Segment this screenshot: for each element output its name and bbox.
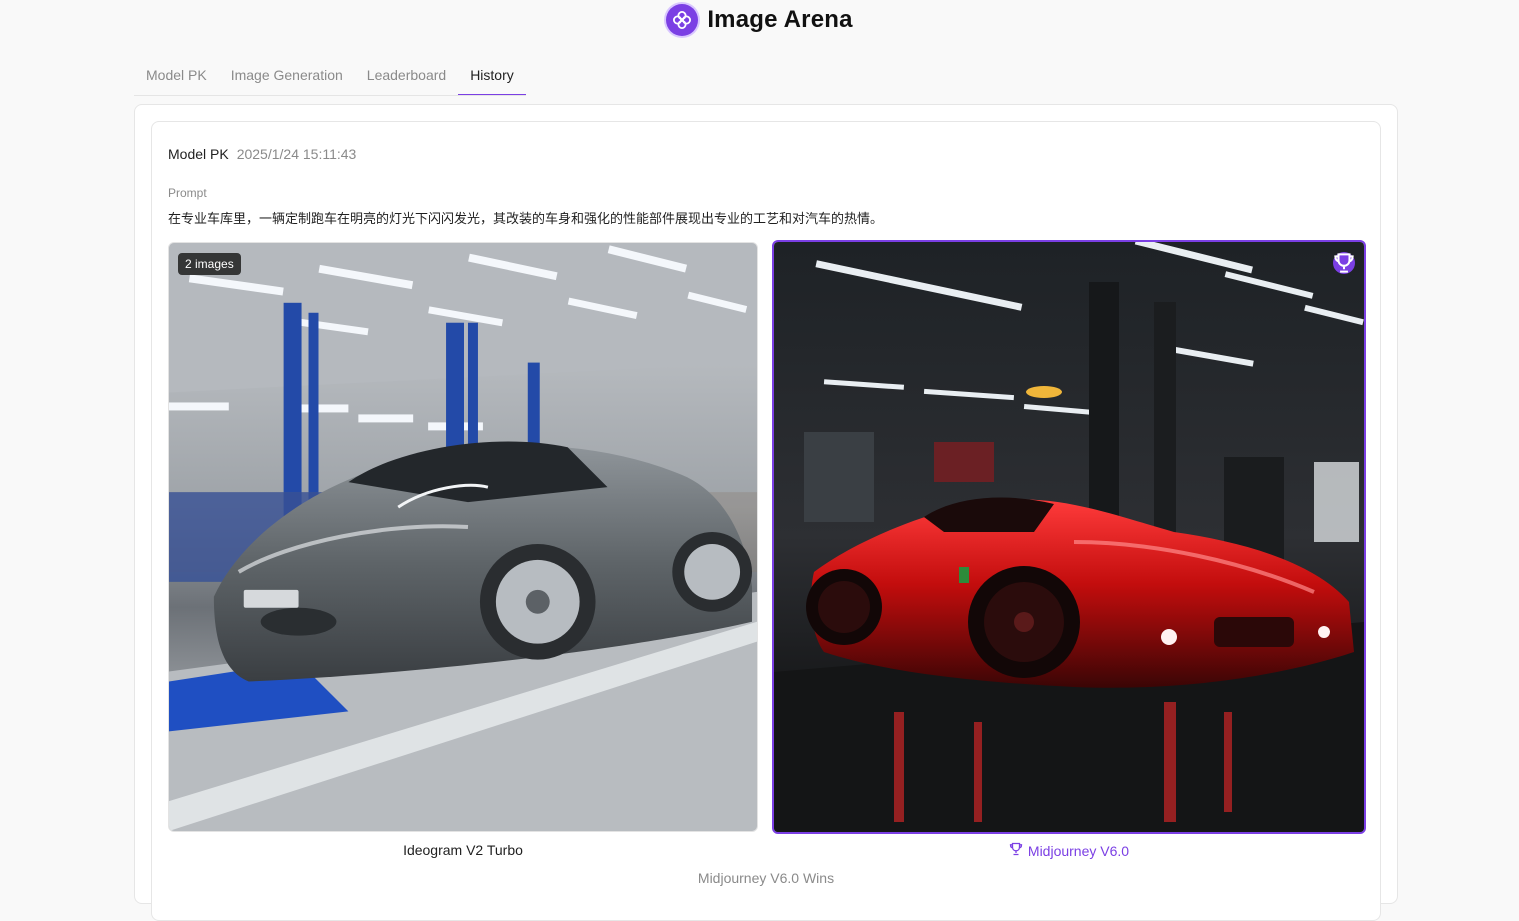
tabs-divider — [134, 95, 526, 96]
app-header: Image Arena — [0, 0, 1519, 40]
right-generated-image[interactable] — [772, 240, 1366, 834]
right-model-name: Midjourney V6.0 — [1027, 842, 1130, 859]
app-title: Image Arena — [707, 6, 853, 33]
prompt-label: Prompt — [168, 186, 207, 200]
tab-history[interactable]: History — [458, 67, 526, 96]
left-generated-image[interactable]: 2 images — [168, 242, 758, 832]
record-meta: Model PK 2025/1/24 15:11:43 — [168, 146, 356, 162]
flower-logo-icon — [666, 4, 699, 36]
tab-leaderboard[interactable]: Leaderboard — [355, 67, 458, 96]
record-mode: Model PK — [168, 146, 229, 162]
tab-image-generation[interactable]: Image Generation — [219, 67, 355, 96]
record-timestamp: 2025/1/24 15:11:43 — [236, 146, 357, 162]
battle-result: Midjourney V6.0 Wins — [697, 870, 835, 886]
right-model-label: Midjourney V6.0 — [774, 842, 1364, 859]
image-count-badge: 2 images — [178, 253, 241, 275]
prompt-text: 在专业车库里，一辆定制跑车在明亮的灯光下闪闪发光，其改装的车身和强化的性能部件展… — [168, 211, 884, 226]
main-tabs: Model PK Image Generation Leaderboard Hi… — [134, 58, 1398, 96]
trophy-icon — [1333, 252, 1355, 274]
tab-model-pk[interactable]: Model PK — [134, 67, 219, 96]
left-model-name: Ideogram V2 Turbo — [403, 842, 523, 858]
trophy-icon — [1009, 842, 1023, 859]
